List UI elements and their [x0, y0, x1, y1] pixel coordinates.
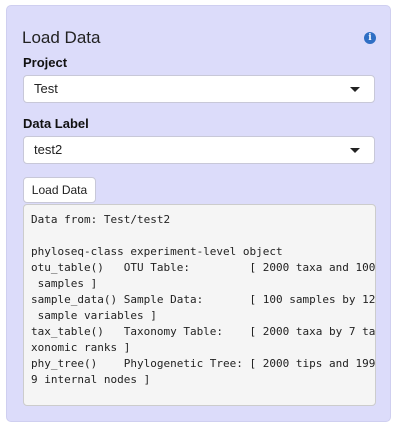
info-icon[interactable]: i	[364, 32, 376, 44]
output-line: phyloseq-class experiment-level object	[31, 245, 283, 258]
project-selected-value: Test	[34, 81, 58, 96]
load-data-button[interactable]: Load Data	[23, 177, 96, 203]
output-line: xonomic ranks ]	[31, 341, 131, 354]
output-line: sample_data() Sample Data: [ 100 samples…	[31, 293, 376, 306]
output-line: tax_table() Taxonomy Table: [ 2000 taxa …	[31, 325, 376, 338]
data-label-selected-value: test2	[34, 142, 63, 157]
data-label-select[interactable]: test2	[23, 136, 375, 164]
chevron-down-icon	[350, 148, 360, 153]
output-line: otu_table() OTU Table: [ 2000 taxa and 1…	[31, 261, 376, 274]
chevron-down-icon	[350, 87, 360, 92]
output-line: Data from: Test/test2	[31, 213, 171, 226]
panel-title: Load Data	[22, 28, 101, 47]
load-data-panel: Load Data i Project Test Data Label test…	[6, 5, 391, 422]
output-line: sample variables ]	[31, 309, 157, 322]
data-label-label: Data Label	[23, 116, 89, 131]
output-line: phy_tree() Phylogenetic Tree: [ 2000 tip…	[31, 357, 376, 370]
output-console: Data from: Test/test2 phyloseq-class exp…	[23, 204, 376, 406]
output-line: samples ]	[31, 277, 98, 290]
project-select[interactable]: Test	[23, 75, 375, 103]
output-line: 9 internal nodes ]	[31, 373, 151, 386]
project-label: Project	[23, 55, 68, 70]
